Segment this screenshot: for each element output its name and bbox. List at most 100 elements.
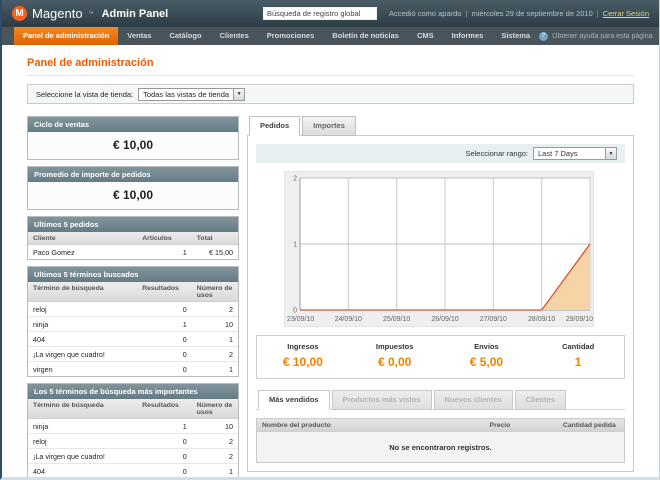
nav-item[interactable]: Ventas [118, 27, 160, 45]
lifetime-sales-widget: Ciclo de ventas € 10,00 [27, 116, 239, 160]
cell-results: 0 [137, 449, 192, 463]
stat: Ingresos € 10,00 [257, 342, 349, 371]
nav-item-label: Sistema [501, 31, 530, 40]
tab[interactable]: Importes [302, 116, 356, 136]
stat-value: € 5,00 [470, 355, 503, 369]
cell-results: 0 [137, 434, 192, 448]
cell-term: reloj [28, 302, 137, 316]
dropdown-arrow-icon: ▼ [233, 89, 244, 100]
cell-uses: 2 [192, 449, 238, 463]
average-orders-widget: Promedio de importe de pedidos € 10,00 [27, 166, 239, 210]
nav-item[interactable]: Promociones [258, 27, 324, 45]
cell-uses: 10 [192, 419, 238, 433]
global-search-input[interactable] [263, 7, 377, 20]
logged-in-text: Accedió como apardo [389, 9, 462, 18]
range-label: Seleccionar rango: [465, 149, 528, 158]
svg-text:28/09/10: 28/09/10 [528, 316, 555, 323]
cell-results: 1 [137, 419, 192, 433]
trademark-mark: ™ [89, 11, 94, 17]
table-row[interactable]: ninja 1 10 [28, 317, 238, 332]
widget-title: Los 5 términos de búsqueda más important… [28, 384, 238, 399]
store-view-value: Todas las vistas de tienda [139, 89, 233, 100]
range-select[interactable]: Last 7 Days ▼ [533, 147, 617, 160]
help-icon: ? [539, 32, 548, 41]
tab[interactable]: Pedidos [249, 116, 300, 136]
stat-label: Impuestos [349, 342, 441, 351]
stat-value: € 10,00 [283, 355, 323, 369]
column-header: Precio [485, 419, 558, 431]
empty-message: No se encontraron registros. [257, 432, 624, 462]
nav-item[interactable]: Informes [443, 27, 493, 45]
nav-item[interactable]: Catálogo [160, 27, 210, 45]
nav-item[interactable]: Clientes [211, 27, 258, 45]
range-bar: Seleccionar rango: Last 7 Days ▼ [256, 144, 625, 163]
column-header: Total [192, 232, 238, 244]
svg-text:25/09/10: 25/09/10 [383, 316, 410, 323]
cell-results: 1 [137, 317, 192, 331]
widget-title: Promedio de importe de pedidos [28, 167, 238, 182]
cell-items: 1 [137, 245, 192, 259]
nav-item-label: Informes [452, 31, 484, 40]
table-row[interactable]: Paco Gomez 1 € 15,00 [28, 245, 238, 259]
stat: Envios € 5,00 [441, 342, 533, 371]
column-header: Término de búsqueda [28, 282, 137, 301]
widget-title: Ciclo de ventas [28, 117, 238, 132]
cell-term: reloj [28, 434, 137, 448]
cell-uses: 2 [192, 347, 238, 361]
table-row[interactable]: virgen 0 1 [28, 362, 238, 376]
stat-value: 1 [575, 355, 582, 369]
dropdown-arrow-icon: ▼ [605, 148, 616, 159]
cell-term: ninja [28, 317, 137, 331]
bottom-tab-label: Más vendidos [269, 395, 319, 404]
cell-customer: Paco Gomez [28, 245, 137, 259]
widget-title: Ultimos 5 pedidos [28, 217, 238, 232]
cell-term: ¡La virgen que cuadro! [28, 347, 137, 361]
bottom-tab[interactable]: Productos más vistos [332, 390, 432, 410]
nav-item[interactable]: Boletín de noticias [323, 27, 408, 45]
table-row[interactable]: ¡La virgen que cuadro! 0 2 [28, 449, 238, 464]
bottom-tab[interactable]: Nuevos clientes [434, 390, 513, 410]
svg-text:29/09/10: 29/09/10 [566, 316, 593, 323]
column-header: Artículos [137, 232, 192, 244]
nav-item[interactable]: Sistema [492, 27, 539, 45]
table-row[interactable]: ninja 1 10 [28, 419, 238, 434]
last-orders-widget: Ultimos 5 pedidos ClienteArtículosTotal … [27, 216, 239, 260]
magento-logo-icon: M [12, 6, 27, 21]
svg-text:27/09/10: 27/09/10 [480, 316, 507, 323]
stat: Cantidad 1 [532, 342, 624, 371]
store-view-label: Seleccione la vista de tienda: [36, 90, 133, 99]
bottom-tab-label: Nuevos clientes [445, 395, 502, 404]
average-orders-value: € 10,00 [28, 182, 238, 209]
stat-label: Envios [441, 342, 533, 351]
table-row[interactable]: 404 0 1 [28, 332, 238, 347]
bottom-tab-label: Clientes [526, 395, 555, 404]
store-view-switcher: Seleccione la vista de tienda: Todas las… [27, 84, 634, 104]
content-area: Panel de administración Seleccione la vi… [2, 45, 659, 480]
cell-uses: 2 [192, 434, 238, 448]
cell-term: ninja [28, 419, 137, 433]
cell-results: 0 [137, 302, 192, 316]
table-row[interactable]: reloj 0 2 [28, 302, 238, 317]
nav-item[interactable]: CMS [408, 27, 443, 45]
dashboard: Ciclo de ventas € 10,00 Promedio de impo… [27, 116, 634, 480]
dashboard-sidebar: Ciclo de ventas € 10,00 Promedio de impo… [27, 116, 239, 480]
column-header: Nombre del producto [257, 419, 485, 431]
orders-chart: 01223/09/1024/09/1025/09/1026/09/1027/09… [284, 171, 594, 327]
cell-uses: 1 [192, 464, 238, 478]
logout-link[interactable]: Cerrar Sesión [603, 9, 649, 18]
cell-term: ¡La virgen que cuadro! [28, 449, 137, 463]
cell-uses: 2 [192, 302, 238, 316]
help-link[interactable]: ? Obtener ayuda para esta página [539, 27, 652, 45]
bottom-tab[interactable]: Clientes [515, 390, 566, 410]
table-row[interactable]: reloj 0 2 [28, 434, 238, 449]
nav-item[interactable]: Panel de administración [14, 27, 118, 45]
bottom-tab[interactable]: Más vendidos [258, 390, 330, 410]
column-header: Número de usos [192, 399, 238, 418]
magento-admin-screen: M Magento ™ Admin Panel Accedió como apa… [0, 0, 660, 480]
cell-results: 0 [137, 347, 192, 361]
store-view-select[interactable]: Todas las vistas de tienda ▼ [138, 88, 245, 101]
table-row[interactable]: 404 0 1 [28, 464, 238, 479]
cell-term: virgen [28, 362, 137, 376]
table-row[interactable]: ¡La virgen que cuadro! 0 2 [28, 347, 238, 362]
products-table: Nombre del productoPrecioCantidad pedida… [256, 418, 625, 463]
